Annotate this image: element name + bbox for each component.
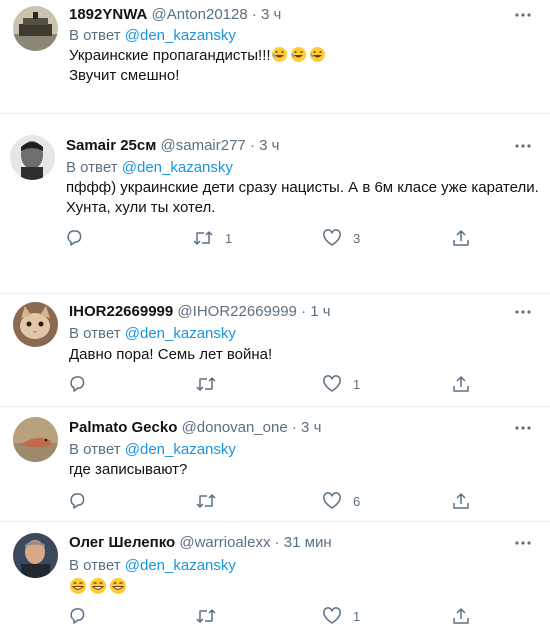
reply-button[interactable] [69,491,87,511]
reply-icon [70,493,85,509]
like-icon [323,229,341,246]
tweet[interactable]: Samair 25см @samair277 · 3 ч В ответ @de… [0,125,550,295]
tweet[interactable]: Palmato Gecko @donovan_one · 3 ч В ответ… [0,407,550,520]
tweet-text-line: Давно пора! Семь лет война! [69,346,273,363]
divider [0,113,550,114]
avatar[interactable] [13,302,58,347]
reply-prefix: В ответ [69,441,121,458]
share-button[interactable] [452,228,470,248]
timestamp[interactable]: · 3 ч [250,137,280,154]
author-handle[interactable]: @warrioalexx [179,534,270,551]
avatar[interactable] [10,135,55,180]
author-name[interactable]: Palmato Gecko [69,419,177,436]
like-icon [323,492,341,509]
reply-context: В ответ @den_kazansky [69,556,236,576]
mention-link[interactable]: @den_kazansky [125,557,236,574]
timestamp[interactable]: · 1 ч [301,303,331,320]
tweet[interactable]: Олег Шелепко @warrioalexx · 31 мин В отв… [0,522,550,625]
retweet-button[interactable] [196,374,216,394]
retweet-icon [196,377,216,391]
like-icon [323,375,341,392]
more-icon[interactable] [514,6,532,24]
author-handle[interactable]: @samair277 [161,137,246,154]
tweet-text-line: где записывают? [69,461,188,478]
tweet-text-line: Звучит смешно! [69,67,180,84]
reply-context: В ответ @den_kazansky [66,158,233,178]
share-icon [453,230,469,246]
like-button[interactable]: 1 [323,606,360,626]
mention-link[interactable]: @den_kazansky [125,325,236,342]
timestamp[interactable]: · 3 ч [292,419,322,436]
tweet-text-line: Хунта, хули ты хотел. [66,199,216,216]
like-icon [323,607,341,624]
share-icon [453,608,469,624]
mention-link[interactable]: @den_kazansky [125,441,236,458]
retweet-icon [196,609,216,623]
retweet-icon [193,231,213,245]
tweet[interactable]: 1892YNWA @Anton20128 · 3 ч В ответ @den_… [0,0,550,113]
retweet-button[interactable]: 1 [193,228,232,248]
more-icon[interactable] [514,534,532,552]
author-name[interactable]: 1892YNWA [69,6,147,23]
author-name[interactable]: Олег Шелепко [69,534,175,551]
share-icon [453,376,469,392]
reply-icon [70,608,85,624]
reply-context: В ответ @den_kazansky [69,324,236,344]
rolling-laughing-emoji [271,47,328,64]
reply-prefix: В ответ [69,557,121,574]
tweet-text-line: пффф) украинские дети сразу нацисты. А в… [66,179,539,196]
retweet-count: 1 [225,230,233,246]
author-name[interactable]: IHOR22669999 [69,303,173,320]
timestamp[interactable]: · 31 мин [275,534,332,551]
avatar[interactable] [13,533,58,578]
retweet-icon [196,494,216,508]
share-button[interactable] [452,491,470,511]
author-handle[interactable]: @IHOR22669999 [177,303,296,320]
reply-prefix: В ответ [66,159,118,176]
author-handle[interactable]: @Anton20128 [152,6,248,23]
mention-link[interactable]: @den_kazansky [125,27,236,44]
more-icon[interactable] [514,419,532,437]
reply-button[interactable] [69,374,87,394]
reply-button[interactable] [69,606,87,626]
reply-context: В ответ @den_kazansky [69,440,236,460]
reply-icon [67,230,82,246]
tweet-text: Украинские пропагандисты!!! [69,46,328,66]
retweet-button[interactable] [196,491,216,511]
share-icon [453,493,469,509]
like-count: 3 [353,230,361,246]
like-button[interactable]: 1 [323,374,360,394]
avatar[interactable] [13,6,58,51]
reply-icon [70,376,85,392]
grinning-emoji-row [69,577,129,598]
share-button[interactable] [452,606,470,626]
tweet[interactable]: IHOR22669999 @IHOR22669999 · 1 ч В ответ… [0,294,550,406]
tweet-text-line: Украинские пропагандисты!!! [69,47,271,64]
like-count: 6 [353,493,361,509]
like-count: 1 [353,608,361,624]
like-count: 1 [353,376,361,392]
reply-button[interactable] [66,228,84,248]
author-name[interactable]: Samair 25см [66,137,156,154]
reply-context: В ответ @den_kazansky [69,26,236,46]
retweet-button[interactable] [196,606,216,626]
mention-link[interactable]: @den_kazansky [122,159,233,176]
more-icon[interactable] [514,137,532,155]
like-button[interactable]: 3 [323,228,360,248]
avatar[interactable] [13,417,58,462]
author-handle[interactable]: @donovan_one [182,419,288,436]
like-button[interactable]: 6 [323,491,360,511]
reply-prefix: В ответ [69,27,121,44]
reply-prefix: В ответ [69,325,121,342]
timestamp[interactable]: · 3 ч [252,6,282,23]
more-icon[interactable] [514,303,532,321]
share-button[interactable] [452,374,470,394]
